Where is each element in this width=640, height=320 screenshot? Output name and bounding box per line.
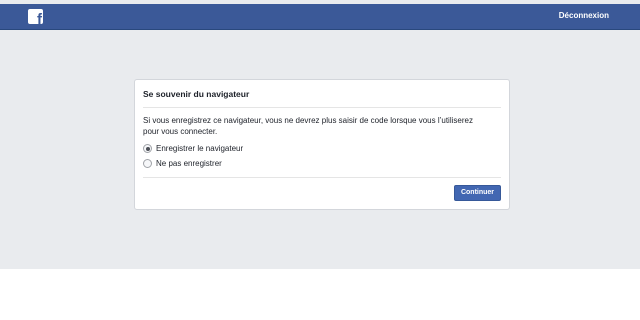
- radio-selected-icon[interactable]: [143, 144, 152, 153]
- remember-browser-dialog: Se souvenir du navigateur Si vous enregi…: [134, 79, 510, 210]
- top-navigation-bar: f Déconnexion: [0, 4, 640, 30]
- option-save-browser[interactable]: Enregistrer le navigateur: [143, 144, 243, 153]
- continue-button[interactable]: Continuer: [454, 185, 501, 201]
- header-divider: [143, 107, 501, 108]
- main-content: Se souvenir du navigateur Si vous enregi…: [0, 30, 640, 269]
- radio-unselected-icon[interactable]: [143, 159, 152, 168]
- dialog-title: Se souvenir du navigateur: [143, 89, 250, 99]
- footer-divider: [143, 177, 501, 178]
- logo-letter: f: [37, 11, 42, 24]
- facebook-logo-icon[interactable]: f: [28, 9, 43, 24]
- option-dont-save[interactable]: Ne pas enregistrer: [143, 159, 222, 168]
- option-dont-save-label: Ne pas enregistrer: [156, 159, 222, 168]
- page: f Déconnexion Se souvenir du navigateur …: [0, 0, 640, 320]
- logout-link[interactable]: Déconnexion: [559, 11, 609, 20]
- option-save-browser-label: Enregistrer le navigateur: [156, 144, 244, 153]
- dialog-description: Si vous enregistrez ce navigateur, vous …: [143, 116, 473, 136]
